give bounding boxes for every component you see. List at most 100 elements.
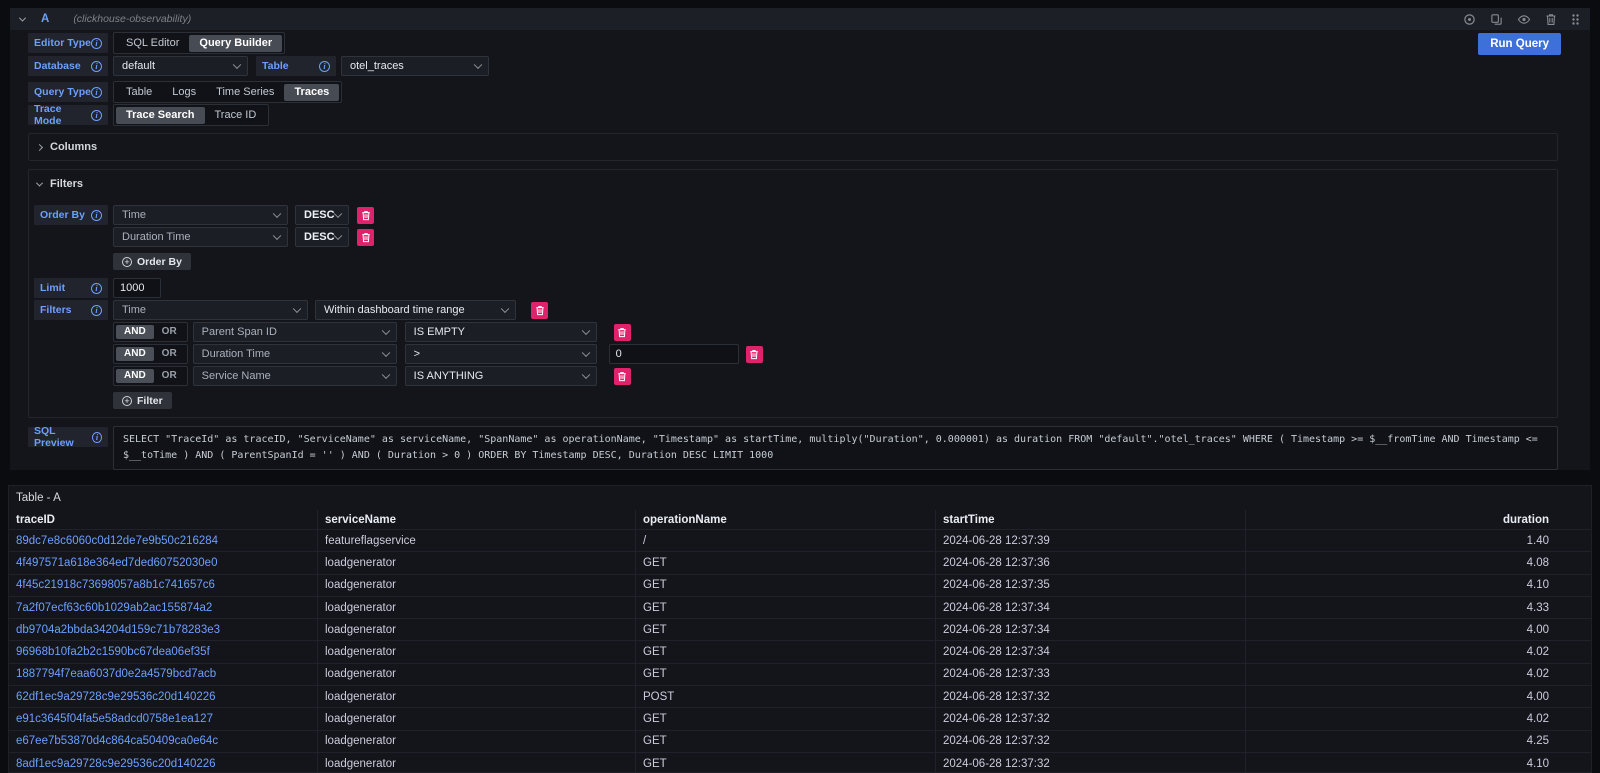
query-type-option-traces[interactable]: Traces [284, 84, 339, 101]
query-editor: A (clickhouse-observability) Run Query E… [10, 8, 1590, 470]
remove-order-by-button[interactable] [357, 229, 374, 246]
column-header-operationname[interactable]: operationName [636, 510, 936, 530]
hide-query-icon[interactable] [1517, 13, 1531, 26]
trace-id-link[interactable]: 96968b10fa2b2c1590bc67dea06ef35f [16, 646, 210, 658]
service-name-cell: featureflagservice [318, 530, 636, 552]
table-row: 89dc7e8c6060c0d12de7e9b50c216284 feature… [9, 530, 1591, 552]
duration-cell: 4.33 [1246, 597, 1591, 619]
info-icon[interactable] [91, 38, 102, 49]
order-by-direction-select[interactable]: DESC [295, 227, 349, 247]
column-header-servicename[interactable]: serviceName [318, 510, 636, 530]
operation-name-cell: / [636, 530, 936, 552]
filters-section-header[interactable]: Filters [34, 175, 1552, 193]
trace-id-cell: 96968b10fa2b2c1590bc67dea06ef35f [9, 641, 318, 663]
editor-type-option-query-builder[interactable]: Query Builder [189, 35, 282, 52]
order-by-field-select[interactable]: Time [113, 205, 288, 225]
condition-operator-select[interactable]: > [405, 344, 597, 364]
info-icon[interactable] [92, 432, 102, 443]
table-label: Table [256, 56, 336, 76]
order-by-direction-select[interactable]: DESC [295, 205, 349, 225]
info-icon[interactable] [91, 283, 102, 294]
operation-name-cell: GET [636, 664, 936, 686]
table-row: 62df1ec9a29728c9e29536c20d140226 loadgen… [9, 686, 1591, 708]
duration-cell: 4.08 [1246, 552, 1591, 574]
remove-condition-button[interactable] [614, 324, 631, 341]
trace-id-link[interactable]: e91c3645f04fa5e58adcd0758e1ea127 [16, 713, 213, 725]
info-icon[interactable] [91, 210, 102, 221]
plus-circle-icon [122, 257, 132, 267]
or-option[interactable]: OR [154, 347, 185, 361]
filter-range-select[interactable]: Within dashboard time range [315, 300, 516, 320]
query-type-option-time-series[interactable]: Time Series [206, 84, 284, 101]
column-header-starttime[interactable]: startTime [936, 510, 1246, 530]
table-select[interactable]: otel_traces [341, 56, 489, 76]
editor-type-label: Editor Type [28, 33, 108, 53]
service-name-cell: loadgenerator [318, 753, 636, 773]
trace-id-link[interactable]: db9704a2bbda34204d159c71b78283e3 [16, 624, 220, 636]
trace-id-cell: 89dc7e8c6060c0d12de7e9b50c216284 [9, 530, 318, 552]
collapse-query-icon[interactable] [19, 14, 26, 21]
sql-preview-code: SELECT "TraceId" as traceID, "ServiceNam… [113, 426, 1558, 470]
trace-id-link[interactable]: 8adf1ec9a29728c9e29536c20d140226 [16, 758, 216, 770]
start-time-cell: 2024-06-28 12:37:39 [936, 530, 1246, 552]
query-row-header[interactable]: A (clickhouse-observability) [10, 8, 1590, 30]
operation-name-cell: GET [636, 708, 936, 730]
add-order-by-button[interactable]: Order By [113, 253, 191, 270]
condition-field-select[interactable]: Duration Time [193, 344, 397, 364]
column-header-duration[interactable]: duration [1246, 510, 1591, 530]
limit-input[interactable] [113, 278, 161, 298]
trace-id-cell: 7a2f07ecf63c60b1029ab2ac155874a2 [9, 597, 318, 619]
trace-mode-option-trace-search[interactable]: Trace Search [116, 107, 205, 124]
operation-name-cell: GET [636, 597, 936, 619]
remove-condition-button[interactable] [614, 368, 631, 385]
or-option[interactable]: OR [154, 369, 185, 383]
trace-mode-option-trace-id[interactable]: Trace ID [205, 107, 267, 124]
trace-id-link[interactable]: 4f45c21918c73698057a8b1c741657c6 [16, 579, 215, 591]
or-option[interactable]: OR [154, 325, 185, 339]
create-alert-icon[interactable] [1463, 13, 1476, 26]
info-icon[interactable] [91, 110, 102, 121]
condition-field-select[interactable]: Service Name [193, 366, 397, 386]
table-header-row: traceID serviceName operationName startT… [9, 510, 1591, 530]
order-by-field-select[interactable]: Duration Time [113, 227, 288, 247]
drag-handle-icon[interactable] [1571, 13, 1580, 26]
duplicate-query-icon[interactable] [1490, 13, 1503, 26]
trace-id-link[interactable]: e67ee7b53870d4c864ca50409ca0e64c [16, 735, 218, 747]
query-type-option-table[interactable]: Table [116, 84, 162, 101]
condition-value-input[interactable] [609, 344, 739, 364]
columns-section-header[interactable]: Columns [29, 134, 1557, 160]
database-select[interactable]: default [113, 56, 248, 76]
duration-cell: 4.10 [1246, 575, 1591, 597]
editor-type-option-sql-editor[interactable]: SQL Editor [116, 35, 189, 52]
add-filter-button[interactable]: Filter [113, 392, 172, 409]
trace-id-link[interactable]: 7a2f07ecf63c60b1029ab2ac155874a2 [16, 602, 212, 614]
and-option[interactable]: AND [116, 347, 154, 361]
info-icon[interactable] [91, 87, 102, 98]
trace-id-link[interactable]: 89dc7e8c6060c0d12de7e9b50c216284 [16, 535, 218, 547]
column-header-traceid[interactable]: traceID [9, 510, 318, 530]
delete-query-icon[interactable] [1545, 13, 1557, 26]
remove-order-by-button[interactable] [357, 207, 374, 224]
and-option[interactable]: AND [116, 369, 154, 383]
condition-field-select[interactable]: Parent Span ID [193, 322, 397, 342]
duration-cell: 4.02 [1246, 641, 1591, 663]
limit-label: Limit [34, 278, 108, 298]
condition-operator-select[interactable]: IS ANYTHING [405, 366, 597, 386]
filter-field-select[interactable]: Time [113, 300, 308, 320]
condition-operator-select[interactable]: IS EMPTY [405, 322, 597, 342]
info-icon[interactable] [319, 61, 330, 72]
trace-id-link[interactable]: 62df1ec9a29728c9e29536c20d140226 [16, 691, 216, 703]
order-by-row: Order By Time DESC [34, 205, 1552, 225]
run-query-button[interactable]: Run Query [1478, 33, 1561, 55]
trace-id-link[interactable]: 1887794f7eaa6037d0e2a4579bcd7acb [16, 668, 216, 680]
trace-id-link[interactable]: 4f497571a618e364ed7ded60752030e0 [16, 557, 217, 569]
start-time-cell: 2024-06-28 12:37:32 [936, 708, 1246, 730]
remove-filter-button[interactable] [531, 302, 548, 319]
query-type-option-logs[interactable]: Logs [162, 84, 206, 101]
info-icon[interactable] [91, 305, 102, 316]
operation-name-cell: GET [636, 575, 936, 597]
info-icon[interactable] [91, 61, 102, 72]
service-name-cell: loadgenerator [318, 552, 636, 574]
and-option[interactable]: AND [116, 325, 154, 339]
remove-condition-button[interactable] [746, 346, 763, 363]
